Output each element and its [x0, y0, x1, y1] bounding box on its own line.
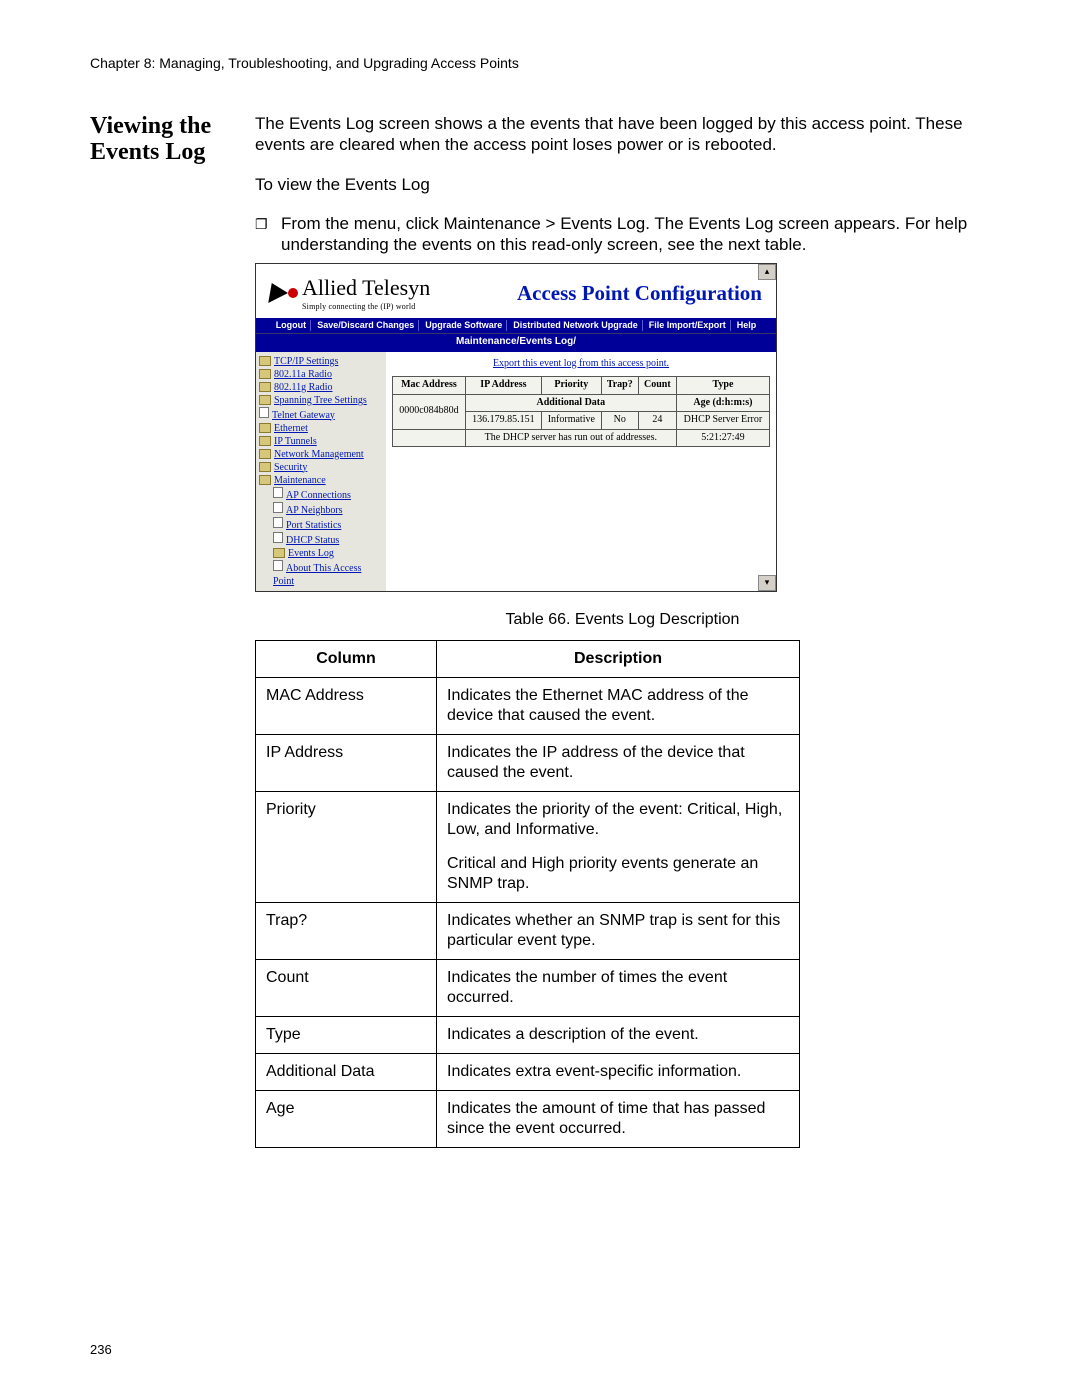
running-head: Chapter 8: Managing, Troubleshooting, an… — [90, 55, 990, 71]
nav-item[interactable]: Maintenance — [259, 474, 384, 487]
nav-item[interactable]: IP Tunnels — [259, 435, 384, 448]
brand-name: Allied Telesyn — [302, 275, 430, 300]
desc-col-text: Indicates the IP address of the device t… — [437, 734, 800, 791]
evt-header: IP Address — [465, 377, 541, 395]
breadcrumb: Maintenance/Events Log/ — [256, 333, 776, 352]
desc-head-desc: Description — [437, 640, 800, 677]
desc-col-name: Type — [256, 1016, 437, 1053]
menu-bar: LogoutSave/Discard ChangesUpgrade Softwa… — [256, 318, 776, 333]
nav-sub-item[interactable]: About This Access Point — [259, 560, 384, 588]
evt-mac: 0000c084b80d — [393, 394, 466, 429]
logo-dot-icon — [288, 288, 298, 298]
nav-sub-item[interactable]: DHCP Status — [259, 532, 384, 547]
desc-col-text: Indicates a description of the event. — [437, 1016, 800, 1053]
scroll-up-icon[interactable]: ▴ — [758, 264, 776, 280]
nav-item[interactable]: Spanning Tree Settings — [259, 394, 384, 407]
desc-col-text: Indicates the amount of time that has pa… — [437, 1090, 800, 1147]
desc-col-text: Indicates extra event-specific informati… — [437, 1053, 800, 1090]
nav-item[interactable]: 802.11g Radio — [259, 381, 384, 394]
bullet-icon: ❐ — [255, 213, 281, 256]
evt-prio: Informative — [541, 412, 601, 430]
desc-col-name: MAC Address — [256, 677, 437, 734]
section-intro: The Events Log screen shows a the events… — [255, 113, 990, 156]
evt-type: DHCP Server Error — [676, 412, 769, 430]
evt-header: Type — [676, 377, 769, 395]
desc-head-col: Column — [256, 640, 437, 677]
section-toview: To view the Events Log — [255, 174, 990, 195]
evt-subhead-additional: Additional Data — [465, 394, 676, 412]
evt-additional: The DHCP server has run out of addresses… — [465, 429, 676, 447]
evt-header: Count — [638, 377, 676, 395]
evt-header: Priority — [541, 377, 601, 395]
nav-item[interactable]: Ethernet — [259, 422, 384, 435]
nav-item[interactable]: Security — [259, 461, 384, 474]
description-table: Column Description MAC AddressIndicates … — [255, 640, 800, 1148]
embedded-screenshot: ▴ Allied Telesyn Simply connecting the (… — [255, 263, 777, 591]
nav-item[interactable]: Network Management — [259, 448, 384, 461]
menu-item[interactable]: Distributed Network Upgrade — [509, 320, 643, 331]
evt-header: Trap? — [601, 377, 638, 395]
desc-col-name: Count — [256, 959, 437, 1016]
nav-tree: TCP/IP Settings802.11a Radio802.11g Radi… — [256, 352, 386, 591]
desc-col-text: Indicates the priority of the event: Cri… — [437, 791, 800, 902]
desc-col-name: Additional Data — [256, 1053, 437, 1090]
export-link[interactable]: Export this event log from this access p… — [392, 358, 770, 371]
nav-sub-item[interactable]: AP Neighbors — [259, 502, 384, 517]
evt-ip: 136.179.85.151 — [465, 412, 541, 430]
brand-sub: Simply connecting the (IP) world — [302, 302, 430, 312]
menu-item[interactable]: Help — [733, 320, 761, 331]
events-table: Mac AddressIP AddressPriorityTrap?CountT… — [392, 376, 770, 447]
menu-item[interactable]: File Import/Export — [645, 320, 731, 331]
desc-col-name: Priority — [256, 791, 437, 902]
nav-item[interactable]: 802.11a Radio — [259, 368, 384, 381]
nav-sub-item[interactable]: AP Connections — [259, 487, 384, 502]
logo-triangle-icon — [268, 283, 290, 303]
evt-age: 5:21:27:49 — [676, 429, 769, 447]
section-title: Viewing the Events Log — [90, 113, 255, 166]
nav-item[interactable]: Telnet Gateway — [259, 407, 384, 422]
config-title: Access Point Configuration — [517, 280, 762, 306]
evt-header: Mac Address — [393, 377, 466, 395]
nav-sub-item[interactable]: Events Log — [259, 547, 384, 560]
evt-subhead-age: Age (d:h:m:s) — [676, 394, 769, 412]
page-number: 236 — [90, 1342, 112, 1357]
scroll-down-icon[interactable]: ▾ — [758, 575, 776, 591]
desc-col-name: Trap? — [256, 902, 437, 959]
menu-item[interactable]: Logout — [272, 320, 312, 331]
table-caption: Table 66. Events Log Description — [255, 610, 990, 630]
menu-item[interactable]: Upgrade Software — [421, 320, 507, 331]
desc-col-text: Indicates the Ethernet MAC address of th… — [437, 677, 800, 734]
desc-col-text: Indicates the number of times the event … — [437, 959, 800, 1016]
evt-count: 24 — [638, 412, 676, 430]
desc-col-name: Age — [256, 1090, 437, 1147]
bullet-text: From the menu, click Maintenance > Event… — [281, 213, 990, 256]
nav-item[interactable]: TCP/IP Settings — [259, 355, 384, 368]
menu-item[interactable]: Save/Discard Changes — [313, 320, 419, 331]
evt-trap: No — [601, 412, 638, 430]
desc-col-name: IP Address — [256, 734, 437, 791]
nav-sub-item[interactable]: Port Statistics — [259, 517, 384, 532]
desc-col-text: Indicates whether an SNMP trap is sent f… — [437, 902, 800, 959]
